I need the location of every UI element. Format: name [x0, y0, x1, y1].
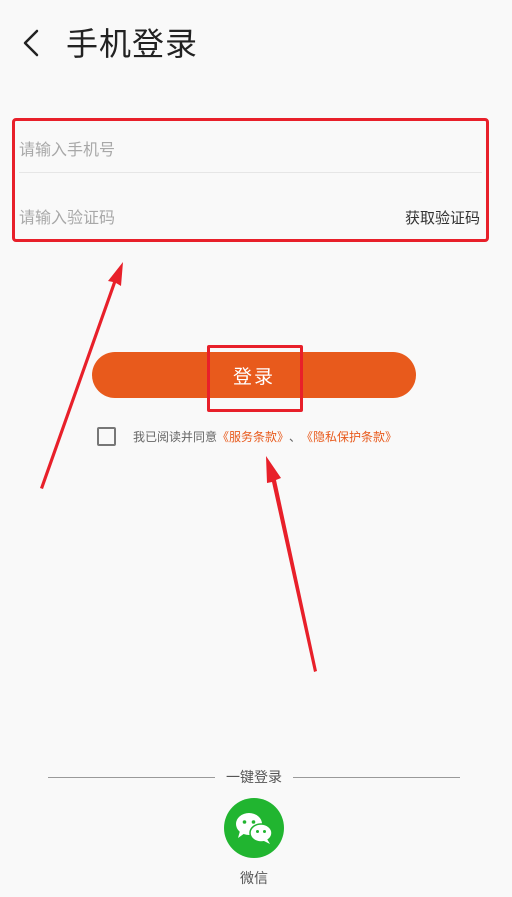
phone-input[interactable]	[19, 139, 482, 159]
login-button[interactable]: 登录	[92, 352, 416, 398]
agreement-separator: 、	[289, 429, 302, 444]
wechat-label: 微信	[240, 871, 268, 887]
divider-line-right	[293, 776, 460, 778]
wechat-icon	[236, 813, 273, 844]
agreement-row: 我已阅读并同意 《服务条款》 、 《隐私保护条款》	[97, 426, 397, 446]
header: 手机登录	[0, 0, 512, 90]
get-code-button[interactable]: 获取验证码	[405, 207, 480, 228]
terms-link[interactable]: 《服务条款》	[217, 428, 289, 445]
phone-field-row	[19, 123, 482, 175]
login-button-label: 登录	[232, 365, 275, 388]
divider-line-left	[48, 776, 215, 778]
field-divider	[19, 172, 482, 173]
back-button[interactable]	[14, 26, 48, 60]
oneclick-label: 一键登录	[226, 770, 282, 786]
wechat-login-button[interactable]	[224, 798, 284, 858]
chevron-left-icon	[23, 29, 39, 57]
page-title: 手机登录	[66, 25, 199, 63]
agree-checkbox[interactable]	[97, 426, 116, 446]
login-form: 获取验证码	[12, 118, 489, 242]
verification-code-input[interactable]	[19, 207, 379, 227]
privacy-link[interactable]: 《隐私保护条款》	[301, 428, 397, 445]
arrow-to-login	[266, 456, 317, 672]
agreement-prefix: 我已阅读并同意	[133, 429, 218, 444]
oneclick-divider: 一键登录	[48, 766, 460, 788]
